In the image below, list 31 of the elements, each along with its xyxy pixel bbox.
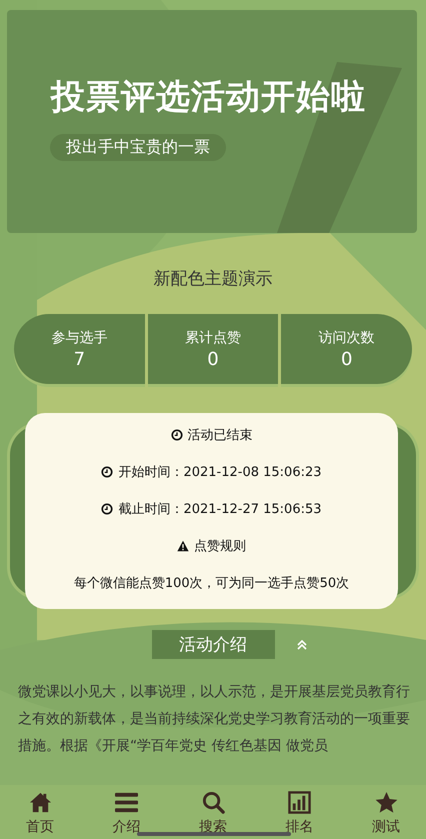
tab-item[interactable]: 搜索 xyxy=(189,791,237,839)
clock-icon xyxy=(170,429,182,441)
intro-paragraph: 微党课以小见大，以事说理，以人示范，是开展基层党员教育行之有效的新载体，是当前持续深化党史学习教育活动的一项重要措施。根据《开展“学百年党史 传红色基因 做党员 xyxy=(18,683,410,756)
stat-label: 累计点赞 xyxy=(184,328,241,346)
stat-label: 访问次数 xyxy=(318,328,375,346)
info-text: 点赞规则 xyxy=(194,538,246,555)
star-icon xyxy=(374,791,398,814)
bar-chart-icon xyxy=(288,791,311,814)
search-icon xyxy=(202,791,224,814)
info-text: 截止时间：2021-12-27 15:06:53 xyxy=(118,501,322,518)
home-icon xyxy=(28,791,52,814)
menu-icon xyxy=(115,791,138,814)
tab-item[interactable]: 首页 xyxy=(16,791,64,839)
info-text: 每个微信能点赞100次，可为同一选手点赞50次 xyxy=(74,575,350,592)
double-chevron-up-icon[interactable] xyxy=(296,638,308,650)
warning-icon xyxy=(177,540,189,552)
info-text: 活动已结束 xyxy=(188,427,252,444)
stat-value: 0 xyxy=(340,348,352,370)
banner-subtitle: 投出手中宝贵的一票 xyxy=(50,134,226,161)
info-text: 开始时间：2021-12-08 15:06:23 xyxy=(118,464,322,481)
stat-value: 0 xyxy=(207,348,219,370)
tab-item[interactable]: 排名 xyxy=(276,791,324,839)
section-title: 活动介绍 xyxy=(152,630,274,659)
section-heading: 新配色主题演示 xyxy=(154,268,272,291)
clock-icon xyxy=(101,503,114,515)
clock-icon xyxy=(101,466,114,478)
stat-value: 7 xyxy=(74,348,86,370)
banner-title: 投票评选活动开始啦 xyxy=(51,76,366,119)
tab-item[interactable]: 介绍 xyxy=(102,791,150,839)
stat-label: 参与选手 xyxy=(51,328,108,346)
tab-item[interactable]: 测试 xyxy=(362,791,410,839)
